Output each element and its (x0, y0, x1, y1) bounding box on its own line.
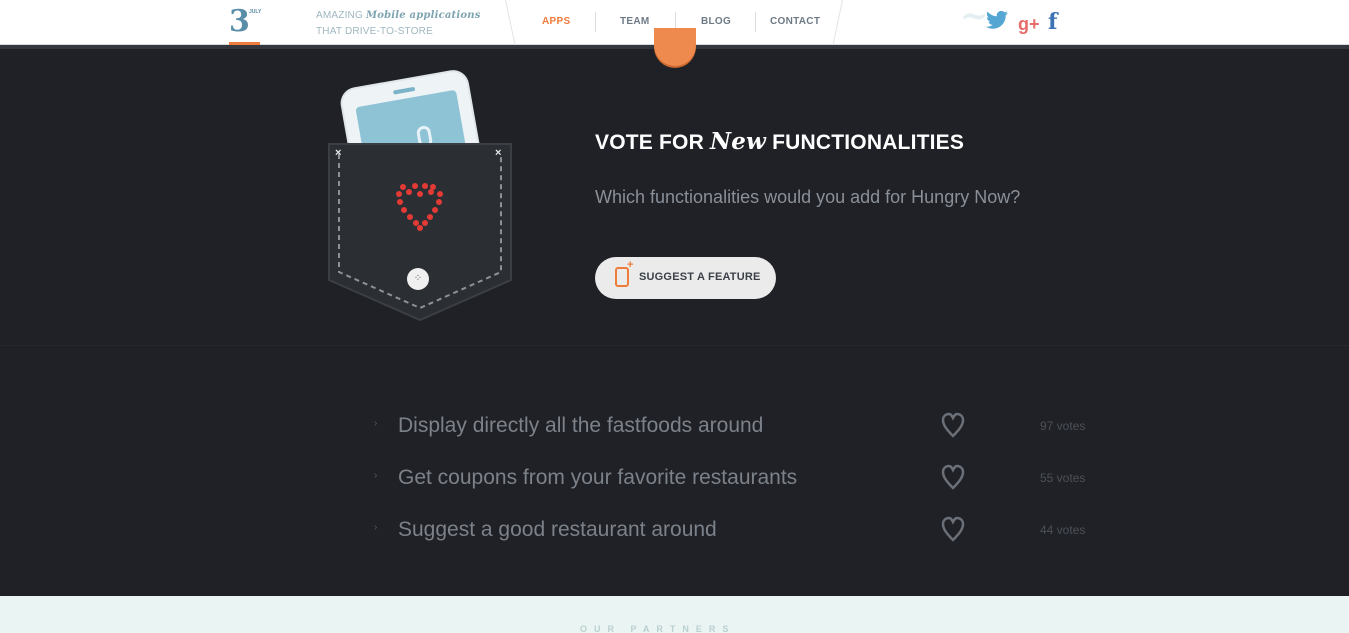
section-divider (0, 345, 1349, 346)
suggest-phone-icon (615, 259, 633, 287)
phone-speaker (393, 86, 416, 95)
tagline-script: Mobile applications (365, 10, 481, 21)
list-item: › Suggest a good restaurant around 44 vo… (0, 504, 1349, 556)
vote-heart-icon[interactable] (941, 516, 965, 542)
orange-tab-button[interactable] (654, 28, 696, 66)
nav-contact[interactable]: CONTACT (770, 16, 820, 27)
list-item: › Display directly all the fastfoods aro… (0, 400, 1349, 452)
nav-team[interactable]: TEAM (620, 16, 650, 27)
logo-number: 3 (229, 4, 250, 39)
functionality-text: Get coupons from your favorite restauran… (398, 466, 798, 489)
pocket-illustration: × × ⁘ (327, 69, 513, 328)
tagline-prefix: AMAZING (316, 10, 363, 21)
pocket-button-icon: ⁘ (407, 268, 429, 290)
vote-count: 55 votes (1040, 471, 1086, 485)
nav-edge-right (832, 0, 854, 45)
vote-heart-icon[interactable] (941, 464, 965, 490)
functionality-text: Suggest a good restaurant around (398, 518, 717, 541)
hero-subtitle: Which functionalities would you add for … (595, 187, 1021, 207)
pocket-shape (328, 143, 512, 322)
vote-count: 44 votes (1040, 523, 1086, 537)
nav-separator (755, 12, 756, 32)
twitter-icon[interactable] (986, 10, 1008, 35)
vote-count: 97 votes (1040, 419, 1086, 433)
hero-title-script: New (710, 128, 767, 155)
tagline: AMAZING Mobile applications THAT DRIVE-T… (316, 8, 481, 40)
stitch-mark: × (495, 147, 502, 159)
partners-section: OUR PARTNERS (0, 596, 1349, 633)
nav-blog[interactable]: BLOG (701, 16, 731, 27)
decorative-script: ~ (960, 0, 989, 36)
list-item: › Get coupons from your favorite restaur… (0, 452, 1349, 504)
stitch-mark: × (335, 147, 342, 159)
logo-sup: JULY (249, 9, 262, 15)
chevron-right-icon: › (374, 418, 378, 429)
tagline-line2: THAT DRIVE-TO-STORE (316, 26, 433, 37)
hero-title-prefix: VOTE FOR (595, 131, 704, 154)
nav-separator (595, 12, 596, 32)
logo[interactable]: 3 JULY (229, 4, 263, 44)
chevron-right-icon: › (374, 470, 378, 481)
google-plus-icon[interactable]: g+ (1018, 12, 1040, 36)
chevron-right-icon: › (374, 522, 378, 533)
suggest-feature-button[interactable]: SUGGEST A FEATURE (595, 257, 776, 299)
facebook-icon[interactable]: f (1048, 10, 1057, 34)
vote-heart-icon[interactable] (941, 412, 965, 438)
hero-title: VOTE FOR New FUNCTIONALITIES (595, 128, 964, 155)
nav-apps[interactable]: APPS (542, 16, 570, 27)
suggest-feature-label: SUGGEST A FEATURE (639, 271, 761, 283)
functionality-text: Display directly all the fastfoods aroun… (398, 414, 764, 437)
hero-title-suffix: FUNCTIONALITIES (772, 131, 965, 154)
jeans-pocket: × × (327, 142, 513, 324)
partners-label: OUR PARTNERS (580, 624, 736, 633)
nav-edge-left (494, 0, 516, 45)
